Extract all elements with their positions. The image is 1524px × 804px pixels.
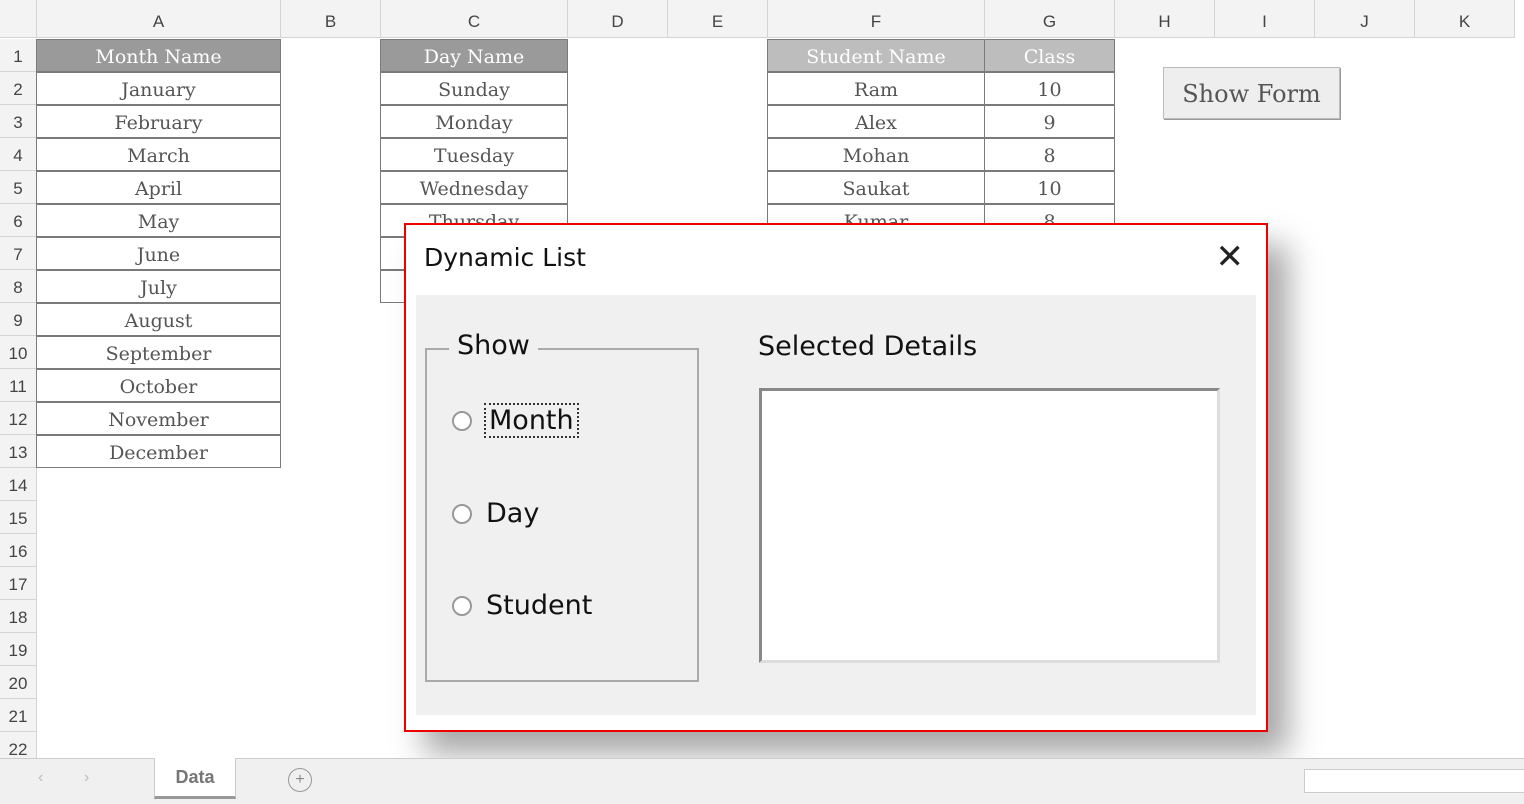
column-header-C[interactable]: C <box>381 0 568 38</box>
month-cell[interactable]: February <box>36 105 281 138</box>
row-header-19[interactable]: 19 <box>0 633 37 666</box>
show-frame-label: Show <box>449 330 538 361</box>
month-header-cell[interactable]: Month Name <box>36 39 281 72</box>
selected-details-listbox[interactable] <box>759 388 1220 663</box>
month-cell[interactable]: March <box>36 138 281 171</box>
row-header-14[interactable]: 14 <box>0 468 37 501</box>
month-cell[interactable]: January <box>36 72 281 105</box>
class-cell[interactable]: 9 <box>984 105 1115 138</box>
plus-circle-icon[interactable]: + <box>288 768 312 792</box>
row-header-16[interactable]: 16 <box>0 534 37 567</box>
row-header-17[interactable]: 17 <box>0 567 37 600</box>
month-cell[interactable]: November <box>36 402 281 435</box>
day-cell[interactable]: Monday <box>380 105 568 138</box>
month-cell[interactable]: August <box>36 303 281 336</box>
student-name-cell[interactable]: Mohan <box>767 138 985 171</box>
student-name-header-cell[interactable]: Student Name <box>767 39 985 72</box>
month-cell[interactable]: April <box>36 171 281 204</box>
row-header-9[interactable]: 9 <box>0 303 37 336</box>
show-frame: Show Month Day Student <box>425 330 699 682</box>
radio-student[interactable]: Student <box>452 590 592 621</box>
column-header-D[interactable]: D <box>568 0 668 38</box>
radio-icon <box>452 410 472 431</box>
column-header-F[interactable]: F <box>768 0 985 38</box>
close-icon[interactable]: ✕ <box>1216 237 1245 277</box>
month-cell[interactable]: July <box>36 270 281 303</box>
radio-icon <box>452 503 472 524</box>
month-cell[interactable]: June <box>36 237 281 270</box>
day-cell[interactable]: Sunday <box>380 72 568 105</box>
scroll-right-icon[interactable]: › <box>84 769 89 787</box>
row-header-12[interactable]: 12 <box>0 402 37 435</box>
radio-day[interactable]: Day <box>452 498 539 529</box>
dialog-body: Show Month Day Student Selected Details <box>416 295 1256 715</box>
radio-student-label: Student <box>486 590 593 621</box>
row-header-10[interactable]: 10 <box>0 336 37 369</box>
column-header-K[interactable]: K <box>1415 0 1515 38</box>
month-cell[interactable]: September <box>36 336 281 369</box>
selected-details-label: Selected Details <box>758 331 978 362</box>
month-cell[interactable]: May <box>36 204 281 237</box>
class-cell[interactable]: 10 <box>984 72 1115 105</box>
column-header-E[interactable]: E <box>668 0 768 38</box>
student-name-cell[interactable]: Ram <box>767 72 985 105</box>
row-header-8[interactable]: 8 <box>0 270 37 303</box>
month-cell[interactable]: December <box>36 435 281 468</box>
class-cell[interactable]: 10 <box>984 171 1115 204</box>
row-header-18[interactable]: 18 <box>0 600 37 633</box>
column-header-A[interactable]: A <box>37 0 281 38</box>
row-header-15[interactable]: 15 <box>0 501 37 534</box>
row-header-11[interactable]: 11 <box>0 369 37 402</box>
row-header-13[interactable]: 13 <box>0 435 37 468</box>
dialog-title: Dynamic List <box>424 243 586 272</box>
row-header-6[interactable]: 6 <box>0 204 37 237</box>
horizontal-scrollbar[interactable] <box>1304 769 1524 793</box>
column-header-J[interactable]: J <box>1315 0 1415 38</box>
day-header-cell[interactable]: Day Name <box>380 39 568 72</box>
row-header-21[interactable]: 21 <box>0 699 37 732</box>
column-header-B[interactable]: B <box>281 0 381 38</box>
row-header-7[interactable]: 7 <box>0 237 37 270</box>
row-header-3[interactable]: 3 <box>0 105 37 138</box>
show-form-button[interactable]: Show Form <box>1163 67 1340 119</box>
scroll-left-icon[interactable]: ‹ <box>38 769 43 787</box>
sheet-tab-bar: ‹ › Data + <box>0 758 1524 804</box>
month-cell[interactable]: October <box>36 369 281 402</box>
dynamic-list-dialog: Dynamic List ✕ Show Month Day Student Se… <box>404 223 1268 732</box>
class-cell[interactable]: 8 <box>984 138 1115 171</box>
radio-month[interactable]: Month <box>452 403 579 438</box>
radio-month-label: Month <box>484 403 579 438</box>
radio-day-label: Day <box>486 498 540 529</box>
row-header-20[interactable]: 20 <box>0 666 37 699</box>
sheet-tab-data[interactable]: Data <box>154 758 236 799</box>
radio-icon <box>452 595 472 616</box>
day-cell[interactable]: Wednesday <box>380 171 568 204</box>
student-name-cell[interactable]: Alex <box>767 105 985 138</box>
day-cell[interactable]: Tuesday <box>380 138 568 171</box>
student-name-cell[interactable]: Saukat <box>767 171 985 204</box>
class-header-cell[interactable]: Class <box>984 39 1115 72</box>
row-header-5[interactable]: 5 <box>0 171 37 204</box>
row-header-1[interactable]: 1 <box>0 39 37 72</box>
row-header-2[interactable]: 2 <box>0 72 37 105</box>
column-header-G[interactable]: G <box>985 0 1115 38</box>
column-header-H[interactable]: H <box>1115 0 1215 38</box>
select-all-corner[interactable] <box>0 0 37 38</box>
row-header-4[interactable]: 4 <box>0 138 37 171</box>
column-header-I[interactable]: I <box>1215 0 1315 38</box>
